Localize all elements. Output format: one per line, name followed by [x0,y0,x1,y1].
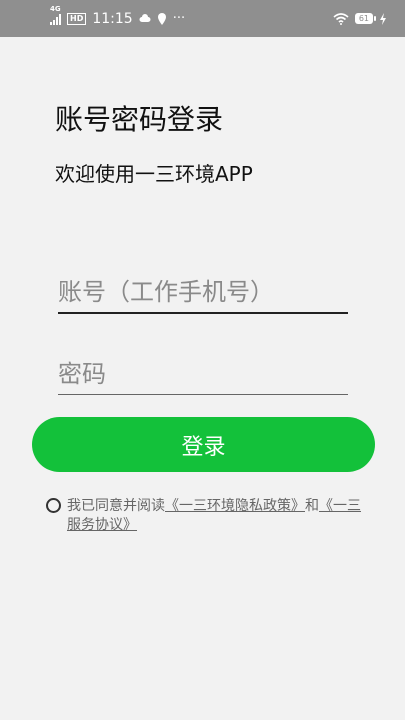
agreement-connector: 和 [305,498,319,514]
account-input[interactable] [58,276,348,308]
privacy-policy-link[interactable]: 《一三环境隐私政策》 [165,498,305,514]
location-icon [157,12,166,25]
clock: 11:15 [92,10,133,27]
login-button[interactable]: 登录 [32,417,375,472]
account-field [58,276,348,314]
agreement-text: 我已同意并阅读《一三环境隐私政策》和《一三服务协议》 [67,497,366,535]
status-bar: 4G HD 11:15 ··· 61 [0,0,405,37]
hd-badge: HD [67,12,87,25]
agreement-radio[interactable] [46,498,61,513]
password-field [58,358,348,395]
cloud-icon [139,13,151,22]
network-type: 4G [50,4,61,13]
wifi-icon [333,12,349,25]
password-input[interactable] [58,358,348,390]
battery-icon: 61 [354,13,377,24]
more-notifications-icon: ··· [172,11,186,26]
page-title: 账号密码登录 [55,103,224,136]
cellular-signal-icon: 4G [50,5,61,25]
agreement-prefix: 我已同意并阅读 [67,498,165,514]
agreement-row: 我已同意并阅读《一三环境隐私政策》和《一三服务协议》 [46,497,366,535]
charging-icon [380,12,386,25]
welcome-subtitle: 欢迎使用一三环境APP [55,162,253,186]
